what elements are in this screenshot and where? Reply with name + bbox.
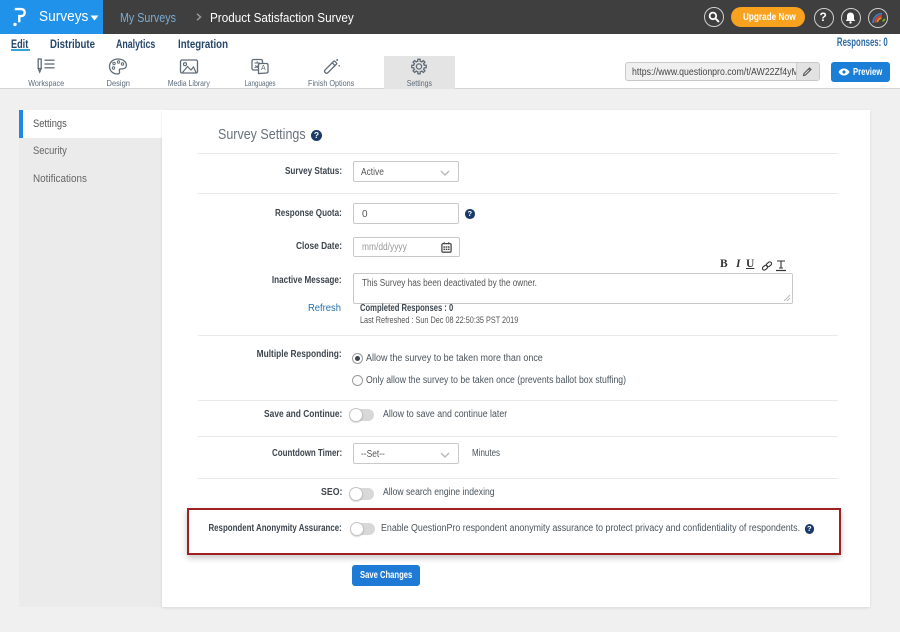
svg-text:A: A (261, 65, 266, 72)
